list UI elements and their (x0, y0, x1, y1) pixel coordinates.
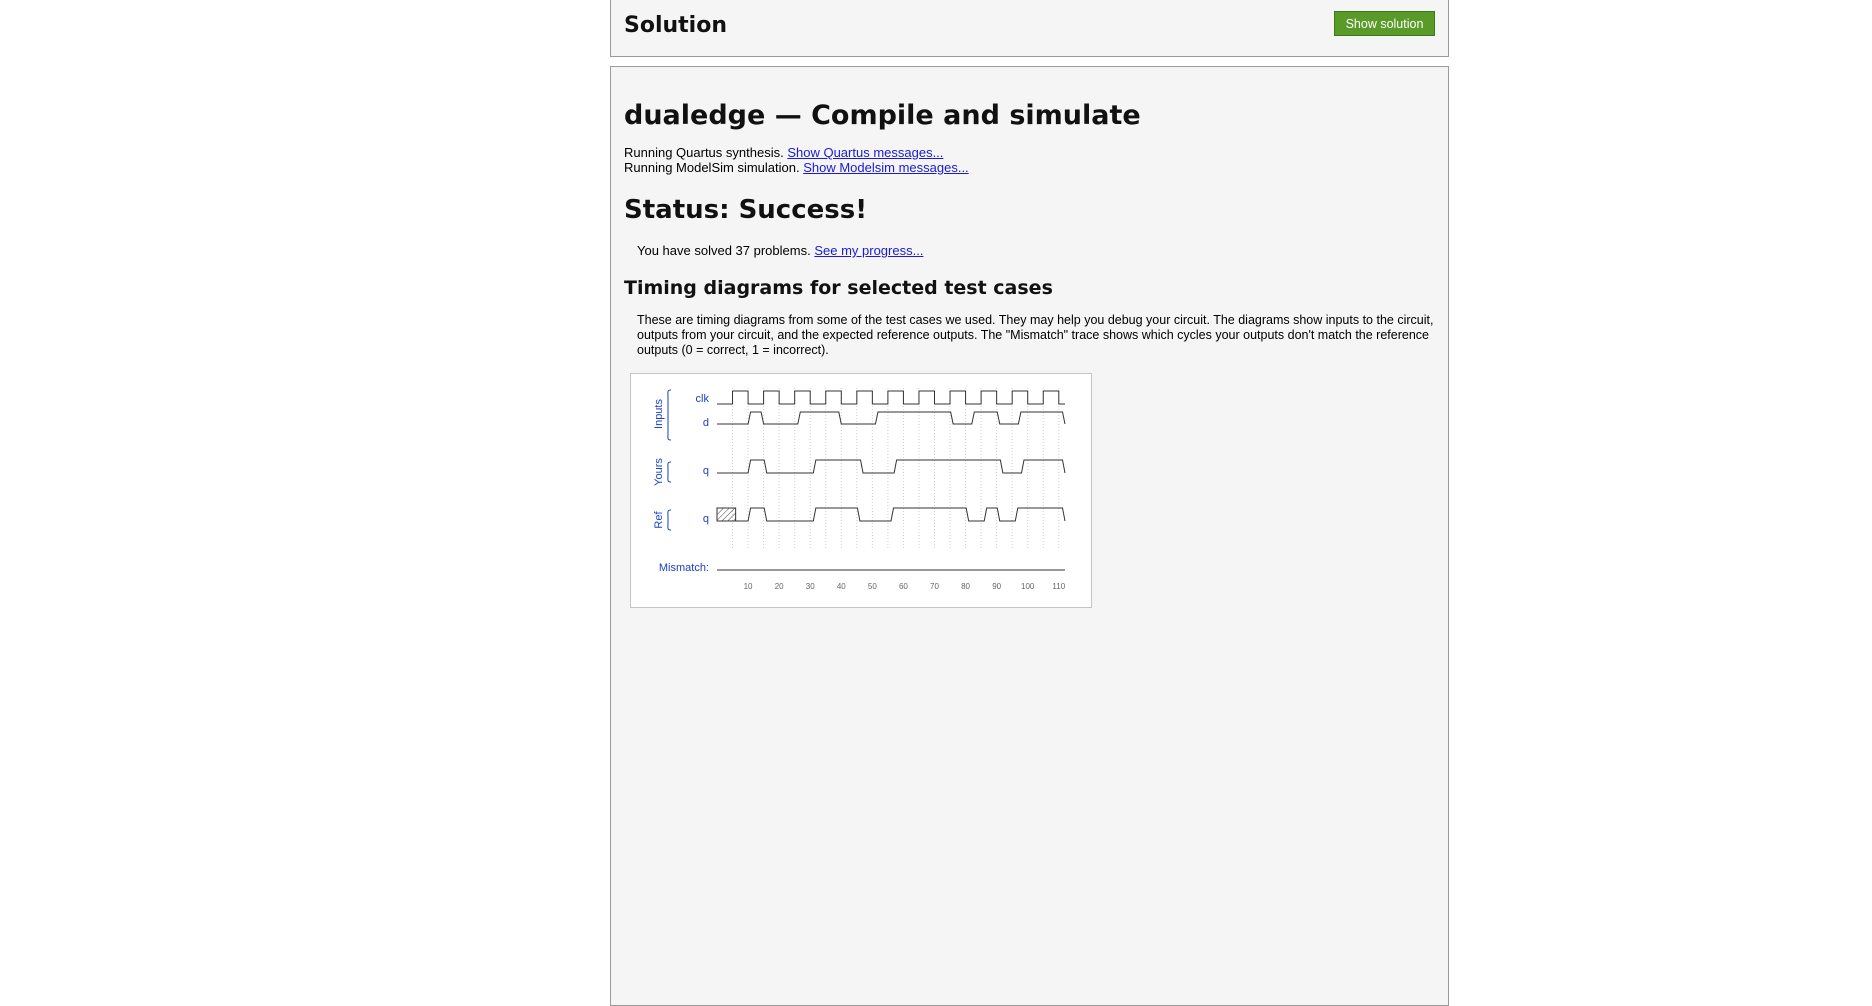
show-solution-button[interactable]: Show solution (1334, 11, 1435, 36)
group-label-ref: Ref (653, 511, 665, 529)
timing-diagram-svg: Inputs Yours Ref clk d q q Mismatch: 10 2… (653, 388, 1066, 591)
ref-q-trace (735, 507, 1066, 522)
mismatch-label: Mismatch: (659, 562, 709, 574)
x-tick-label: 70 (930, 582, 939, 591)
x-tick-label: 100 (1021, 582, 1035, 591)
signal-label-ref-q: q (703, 513, 709, 525)
x-tick-label: 60 (899, 582, 908, 591)
see-progress-link[interactable]: See my progress... (814, 243, 923, 258)
x-tick-label: 80 (961, 582, 970, 591)
inputs-bracket (667, 389, 672, 441)
results-panel: dualedge — Compile and simulate Running … (610, 66, 1449, 1006)
run-log: Running Quartus synthesis. Show Quartus … (624, 145, 969, 175)
x-tick-label: 30 (806, 582, 815, 591)
modelsim-text: Running ModelSim simulation. (624, 160, 800, 175)
group-label-yours: Yours (653, 458, 665, 486)
quartus-line: Running Quartus synthesis. Show Quartus … (624, 145, 969, 160)
compile-title: dualedge — Compile and simulate (624, 100, 1141, 131)
progress-line: You have solved 37 problems. See my prog… (637, 243, 923, 258)
x-tick-label: 10 (744, 582, 753, 591)
yours-bracket (667, 461, 672, 483)
clk-trace (717, 390, 1065, 405)
x-tick-label: 90 (992, 582, 1001, 591)
progress-text: You have solved 37 problems. (637, 243, 811, 258)
x-tick-label: 40 (837, 582, 846, 591)
modelsim-line: Running ModelSim simulation. Show Models… (624, 160, 969, 175)
x-tick-label: 110 (1052, 582, 1065, 591)
x-tick-label: 50 (868, 582, 877, 591)
timing-description: These are timing diagrams from some of t… (637, 313, 1434, 357)
signal-label-clk: clk (696, 393, 710, 405)
ref-q-unknown (716, 507, 737, 522)
solution-header-panel: Solution Show solution (610, 0, 1449, 57)
signal-label-d: d (703, 417, 709, 429)
timing-diagrams-heading: Timing diagrams for selected test cases (624, 277, 1053, 299)
solution-title: Solution (624, 13, 727, 38)
status-heading: Status: Success! (624, 195, 868, 225)
group-label-inputs: Inputs (653, 399, 665, 429)
yours-q-trace (717, 459, 1066, 474)
timing-diagram: Inputs Yours Ref clk d q q Mismatch: 10 2… (630, 373, 1092, 608)
x-tick-label: 20 (775, 582, 784, 591)
show-modelsim-messages-link[interactable]: Show Modelsim messages... (803, 160, 968, 175)
d-trace (717, 411, 1066, 425)
signal-label-yours-q: q (703, 465, 709, 477)
ref-bracket (667, 509, 672, 531)
show-quartus-messages-link[interactable]: Show Quartus messages... (787, 145, 943, 160)
quartus-text: Running Quartus synthesis. (624, 145, 784, 160)
